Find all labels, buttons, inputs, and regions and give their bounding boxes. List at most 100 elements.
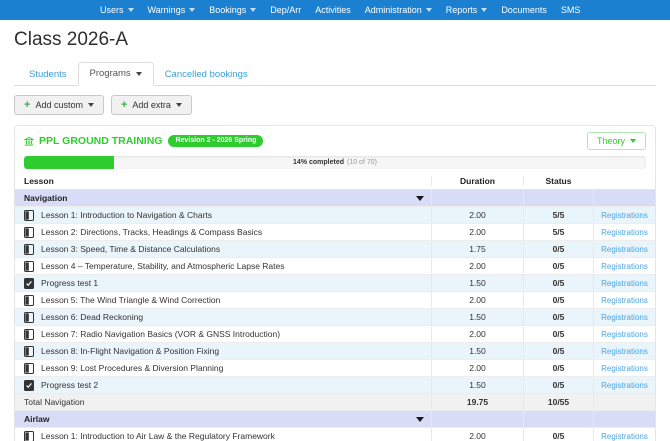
registrations-cell: Registrations [593,309,655,325]
registrations-cell: Registrations [593,326,655,342]
duration-cell: 2.00 [431,428,523,441]
lesson-cell: Lesson 9: Lost Procedures & Diversion Pl… [15,360,431,376]
registrations-link[interactable]: Registrations [601,245,648,254]
registrations-link[interactable]: Registrations [601,364,648,373]
registrations-link[interactable]: Registrations [601,211,648,220]
registrations-link[interactable]: Registrations [601,279,648,288]
table-row: Lesson 7: Radio Navigation Basics (VOR &… [15,326,655,343]
total-row: Total Navigation 19.75 10/55 [15,394,655,411]
table-row: Progress test 1 1.50 0/5 Registrations [15,275,655,292]
nav-item-reports[interactable]: Reports [439,5,495,15]
table-row: Lesson 2: Directions, Tracks, Headings &… [15,224,655,241]
button-label: Add extra [132,100,171,110]
registrations-cell [593,394,655,410]
registrations-cell: Registrations [593,292,655,308]
duration-cell: 1.50 [431,343,523,359]
registrations-link[interactable]: Registrations [601,296,648,305]
nav-item-dep-arr[interactable]: Dep/Arr [263,5,308,15]
chevron-down-icon [425,8,432,12]
chevron-down-icon [175,103,182,107]
registrations-link[interactable]: Registrations [601,228,648,237]
table-header: Lesson Duration Status [15,173,655,190]
lesson-title: Lesson 9: Lost Procedures & Diversion Pl… [41,363,224,373]
tab-programs[interactable]: Programs [77,62,154,86]
lesson-title: Lesson 1: Introduction to Navigation & C… [41,210,213,220]
nav-item-activities[interactable]: Activities [308,5,358,15]
table-row: Lesson 5: The Wind Triangle & Wind Corre… [15,292,655,309]
collapse-section-icon[interactable] [416,416,424,422]
table-row: Lesson 4 – Temperature, Stability, and A… [15,258,655,275]
nav-item-warnings[interactable]: Warnings [141,5,203,15]
collapse-section-icon[interactable] [416,195,424,201]
lesson-cell: Progress test 2 [15,377,431,393]
table-row: Lesson 9: Lost Procedures & Diversion Pl… [15,360,655,377]
nav-item-label: Bookings [209,5,247,15]
book-icon [24,226,34,238]
institution-icon [24,136,34,147]
tab-cancelled-bookings[interactable]: Cancelled bookings [154,64,259,86]
nav-item-label: Dep/Arr [270,5,302,15]
status-cell: 0/5 [523,292,593,308]
status-cell: 5/5 [523,224,593,240]
lesson-cell: Lesson 7: Radio Navigation Basics (VOR &… [15,326,431,342]
registrations-link[interactable]: Registrations [601,432,648,441]
lesson-title: Lesson 2: Directions, Tracks, Headings &… [41,227,263,237]
plus-icon: + [120,99,128,111]
status-cell: 0/5 [523,360,593,376]
book-icon [24,345,34,357]
nav-item-bookings[interactable]: Bookings [202,5,263,15]
registrations-cell: Registrations [593,275,655,291]
nav-item-label: Reports [445,5,478,15]
lesson-title: Lesson 3: Speed, Time & Distance Calcula… [41,244,221,254]
book-icon [24,328,34,340]
chevron-down-icon [87,103,94,107]
theory-dropdown-button[interactable]: Theory [586,132,646,150]
nav-item-sms[interactable]: SMS [554,5,588,15]
lesson-title: Lesson 8: In-Flight Navigation & Positio… [41,346,220,356]
add-custom-button[interactable]: + Add custom [14,95,104,115]
duration-cell: 1.50 [431,377,523,393]
add-extra-button[interactable]: + Add extra [110,95,192,115]
nav-item-label: Users [100,5,124,15]
lesson-cell: Lesson 1: Introduction to Air Law & the … [15,428,431,441]
tab-label: Students [29,69,67,80]
test-icon [24,277,34,289]
duration-cell [431,411,523,427]
lesson-title: Progress test 1 [41,278,99,288]
registrations-link[interactable]: Registrations [601,347,648,356]
table-row: Lesson 1: Introduction to Navigation & C… [15,207,655,224]
lesson-title: Lesson 4 – Temperature, Stability, and A… [41,261,285,271]
chevron-down-icon [135,71,142,76]
plus-icon: + [24,99,31,111]
registrations-link[interactable]: Registrations [601,262,648,271]
section-row: Navigation [15,190,655,207]
duration-cell: 2.00 [431,326,523,342]
book-icon [24,430,34,441]
nav-item-documents[interactable]: Documents [494,5,554,15]
lesson-title: Total Navigation [24,397,85,407]
nav-item-administration[interactable]: Administration [358,5,439,15]
progress-percent-text: 14% completed [293,159,344,166]
table-row: Lesson 3: Speed, Time & Distance Calcula… [15,241,655,258]
chevron-down-icon [127,8,134,12]
status-cell: 0/5 [523,241,593,257]
chevron-down-icon [250,8,257,12]
lesson-title: Lesson 5: The Wind Triangle & Wind Corre… [41,295,221,305]
duration-cell: 1.50 [431,275,523,291]
tab-label: Programs [89,68,131,79]
lesson-title: Progress test 2 [41,380,99,390]
table-row: Lesson 6: Dead Reckoning 1.50 0/5 Registrat… [15,309,655,326]
registrations-link[interactable]: Registrations [601,330,648,339]
tab-students[interactable]: Students [18,64,78,86]
lesson-cell: Lesson 5: The Wind Triangle & Wind Corre… [15,292,431,308]
table-row: Lesson 1: Introduction to Air Law & the … [15,428,655,441]
registrations-link[interactable]: Registrations [601,381,648,390]
status-cell: 0/5 [523,428,593,441]
nav-item-label: Documents [501,5,547,15]
nav-item-users[interactable]: Users [93,5,141,15]
chevron-down-icon [189,8,196,12]
registrations-link[interactable]: Registrations [601,313,648,322]
top-navbar: Users Warnings Bookings Dep/Arr Activities Ad… [0,0,670,20]
duration-cell: 1.75 [431,241,523,257]
registrations-cell: Registrations [593,241,655,257]
